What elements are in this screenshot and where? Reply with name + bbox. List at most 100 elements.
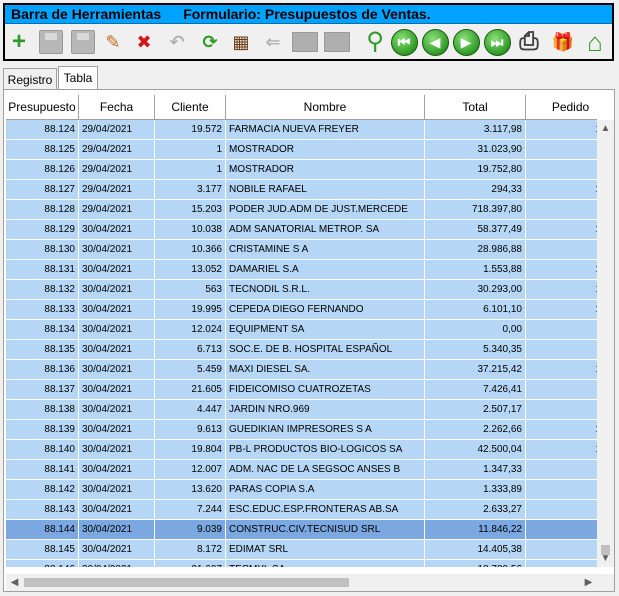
column-header-cliente[interactable]: Cliente xyxy=(155,95,226,120)
first-icon[interactable]: ⏮ xyxy=(390,28,418,56)
cell-cliente[interactable]: 19.995 xyxy=(155,300,226,320)
cell-pedido[interactable]: 179 xyxy=(526,180,597,200)
table-row[interactable]: 88.144 30/04/2021 9.039 CONSTRUC.CIV.TECNIS… xyxy=(6,520,597,540)
cell-presupuesto[interactable]: 88.134 xyxy=(6,320,79,340)
cell-pedido[interactable]: 179 xyxy=(526,440,597,460)
cell-total[interactable]: 1.553,88 xyxy=(425,260,526,280)
cell-total[interactable]: 3.117,98 xyxy=(425,120,526,140)
cell-total[interactable]: 5.340,35 xyxy=(425,340,526,360)
table-row[interactable]: 88.140 30/04/2021 19.804 PB-L PRODUCTOS BIO… xyxy=(6,440,597,460)
cell-total[interactable]: 2.262,66 xyxy=(425,420,526,440)
cell-nombre[interactable]: CONSTRUC.CIV.TECNISUD SRL xyxy=(226,520,425,540)
cell-presupuesto[interactable]: 88.136 xyxy=(6,360,79,380)
tab-tabla[interactable]: Tabla xyxy=(58,66,98,89)
cell-nombre[interactable]: MAXI DIESEL SA. xyxy=(226,360,425,380)
cell-cliente[interactable]: 9.039 xyxy=(155,520,226,540)
cell-fecha[interactable]: 30/04/2021 xyxy=(79,300,155,320)
column-header-nombre[interactable]: Nombre xyxy=(226,95,425,120)
cell-fecha[interactable]: 30/04/2021 xyxy=(79,380,155,400)
table-row[interactable]: 88.145 30/04/2021 8.172 EDIMAT SRL 14.405,38 xyxy=(6,540,597,560)
cell-nombre[interactable]: TECNODIL S.R.L. xyxy=(226,280,425,300)
cell-total[interactable]: 14.405,38 xyxy=(425,540,526,560)
cell-cliente[interactable]: 3.177 xyxy=(155,180,226,200)
cell-total[interactable]: 1.333,89 xyxy=(425,480,526,500)
cell-cliente[interactable]: 13.052 xyxy=(155,260,226,280)
cell-nombre[interactable]: EQUIPMENT SA xyxy=(226,320,425,340)
cell-nombre[interactable]: ADM SANATORIAL METROP. SA xyxy=(226,220,425,240)
cell-pedido[interactable] xyxy=(526,540,597,560)
cell-presupuesto[interactable]: 88.138 xyxy=(6,400,79,420)
list2-icon[interactable] xyxy=(323,28,351,56)
cell-pedido[interactable]: 179 xyxy=(526,220,597,240)
cell-pedido[interactable]: 179 xyxy=(526,120,597,140)
cell-fecha[interactable]: 30/04/2021 xyxy=(79,260,155,280)
cell-presupuesto[interactable]: 88.139 xyxy=(6,420,79,440)
save-as-icon[interactable] xyxy=(69,28,97,56)
cell-fecha[interactable]: 30/04/2021 xyxy=(79,480,155,500)
cell-total[interactable]: 31.023,90 xyxy=(425,140,526,160)
scroll-up-icon[interactable]: ▲ xyxy=(597,120,614,137)
cell-nombre[interactable]: MOSTRADOR xyxy=(226,160,425,180)
cell-nombre[interactable]: ADM. NAC DE LA SEGSOC ANSES B xyxy=(226,460,425,480)
cell-cliente[interactable]: 1 xyxy=(155,140,226,160)
cell-total[interactable]: 11.846,22 xyxy=(425,520,526,540)
cell-total[interactable]: 6.101,10 xyxy=(425,300,526,320)
cell-cliente[interactable]: 21.605 xyxy=(155,380,226,400)
cell-cliente[interactable]: 19.804 xyxy=(155,440,226,460)
cell-cliente[interactable]: 7.244 xyxy=(155,500,226,520)
cell-pedido[interactable]: 179 xyxy=(526,260,597,280)
column-header-pedido[interactable]: Pedido xyxy=(526,95,597,120)
add-icon[interactable]: + xyxy=(5,28,33,56)
column-header-fecha[interactable]: Fecha xyxy=(79,95,155,120)
cell-total[interactable]: 18.789,56 xyxy=(425,560,526,567)
cell-pedido[interactable] xyxy=(526,320,597,340)
table-row[interactable]: 88.126 29/04/2021 1 MOSTRADOR 19.752,80 xyxy=(6,160,597,180)
cell-cliente[interactable]: 8.172 xyxy=(155,540,226,560)
cell-presupuesto[interactable]: 88.145 xyxy=(6,540,79,560)
cell-fecha[interactable]: 29/04/2021 xyxy=(79,120,155,140)
cell-fecha[interactable]: 30/04/2021 xyxy=(79,460,155,480)
cell-nombre[interactable]: PARAS COPIA S.A xyxy=(226,480,425,500)
cell-presupuesto[interactable]: 88.137 xyxy=(6,380,79,400)
cell-pedido[interactable] xyxy=(526,200,597,220)
cell-total[interactable]: 19.752,80 xyxy=(425,160,526,180)
cell-presupuesto[interactable]: 88.133 xyxy=(6,300,79,320)
cell-pedido[interactable] xyxy=(526,560,597,567)
table-row[interactable]: 88.134 30/04/2021 12.024 EQUIPMENT SA 0,00 xyxy=(6,320,597,340)
cell-cliente[interactable]: 9.613 xyxy=(155,420,226,440)
cell-cliente[interactable]: 13.620 xyxy=(155,480,226,500)
cell-nombre[interactable]: JARDIN NRO.969 xyxy=(226,400,425,420)
cell-cliente[interactable]: 21.607 xyxy=(155,560,226,567)
cell-presupuesto[interactable]: 88.129 xyxy=(6,220,79,240)
edit-icon[interactable]: ✎ xyxy=(99,28,127,56)
save-icon[interactable] xyxy=(37,28,65,56)
cell-fecha[interactable]: 29/04/2021 xyxy=(79,200,155,220)
cell-fecha[interactable]: 30/04/2021 xyxy=(79,520,155,540)
list-icon[interactable] xyxy=(291,28,319,56)
cell-cliente[interactable]: 19.572 xyxy=(155,120,226,140)
horizontal-scroll-thumb[interactable] xyxy=(24,578,349,587)
cell-fecha[interactable]: 30/04/2021 xyxy=(79,540,155,560)
cell-fecha[interactable]: 29/04/2021 xyxy=(79,140,155,160)
cell-presupuesto[interactable]: 88.146 xyxy=(6,560,79,567)
next-icon[interactable]: ▶ xyxy=(452,28,480,56)
cell-nombre[interactable]: SOC.E. DE B. HOSPITAL ESPAÑOL xyxy=(226,340,425,360)
cell-fecha[interactable]: 30/04/2021 xyxy=(79,400,155,420)
cell-presupuesto[interactable]: 88.142 xyxy=(6,480,79,500)
refresh-icon[interactable]: ⟳ xyxy=(196,28,224,56)
cell-cliente[interactable]: 12.024 xyxy=(155,320,226,340)
cell-presupuesto[interactable]: 88.132 xyxy=(6,280,79,300)
cell-cliente[interactable]: 10.038 xyxy=(155,220,226,240)
cell-fecha[interactable]: 29/04/2021 xyxy=(79,160,155,180)
cell-total[interactable]: 294,33 xyxy=(425,180,526,200)
print-icon[interactable]: ⎙ xyxy=(515,28,543,56)
table-row[interactable]: 88.143 30/04/2021 7.244 ESC.EDUC.ESP.FRONTE… xyxy=(6,500,597,520)
table-row[interactable]: 88.139 30/04/2021 9.613 GUEDIKIAN IMPRESORE… xyxy=(6,420,597,440)
prev-icon[interactable]: ◀ xyxy=(421,28,449,56)
scroll-right-icon[interactable]: ▶ xyxy=(580,574,597,591)
table-row[interactable]: 88.131 30/04/2021 13.052 DAMARIEL S.A 1.553,… xyxy=(6,260,597,280)
cell-presupuesto[interactable]: 88.130 xyxy=(6,240,79,260)
table-row[interactable]: 88.128 29/04/2021 15.203 PODER JUD.ADM DE J… xyxy=(6,200,597,220)
cell-nombre[interactable]: MOSTRADOR xyxy=(226,140,425,160)
cell-presupuesto[interactable]: 88.128 xyxy=(6,200,79,220)
